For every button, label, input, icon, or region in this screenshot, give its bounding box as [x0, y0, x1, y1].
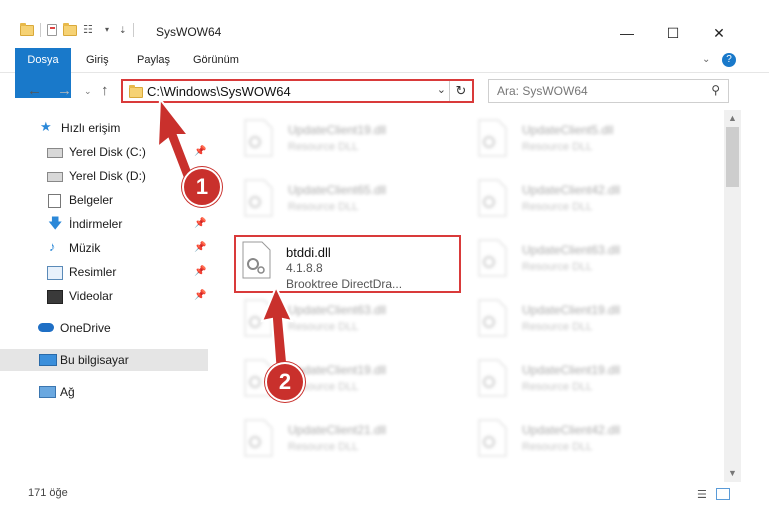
- status-bar: 171 öğe ☰: [0, 484, 769, 508]
- dll-file-icon: [478, 299, 507, 337]
- dll-file-icon: [478, 239, 507, 277]
- dll-file-icon: [244, 419, 273, 457]
- help-icon[interactable]: ?: [722, 53, 736, 67]
- tiles-view-icon[interactable]: [716, 488, 730, 500]
- item-count: 171 öğe: [28, 487, 68, 499]
- file-tile[interactable]: UpdateClient42.dll Resource DLL: [472, 415, 692, 465]
- dll-file-icon: [478, 419, 507, 457]
- file-tile[interactable]: UpdateClient5.dll Resource DLL: [472, 115, 692, 165]
- folder-icon: [20, 22, 34, 36]
- minimize-button[interactable]: —: [604, 22, 650, 44]
- dll-file-icon: [244, 179, 273, 217]
- file-tile[interactable]: UpdateClient65.dll Resource DLL: [238, 175, 458, 225]
- nav-this-pc[interactable]: Bu bilgisayar: [0, 349, 208, 371]
- dll-file-icon: [244, 119, 273, 157]
- pin-icon[interactable]: 📌: [194, 285, 206, 307]
- vertical-scrollbar[interactable]: ▲ ▼: [724, 110, 741, 482]
- file-version: 4.1.8.8: [286, 261, 323, 275]
- file-tile[interactable]: UpdateClient19.dll Resource DLL: [472, 355, 692, 405]
- chevron-down-icon[interactable]: ⌄: [437, 83, 446, 96]
- recent-locations-icon[interactable]: ⌄: [84, 86, 92, 97]
- nav-item-downloads[interactable]: 🡇 İndirmeler 📌: [0, 213, 208, 235]
- refresh-icon[interactable]: ↻: [449, 81, 472, 101]
- back-arrow-icon[interactable]: ←: [27, 82, 42, 99]
- customize-view-icon[interactable]: ☷: [83, 24, 99, 36]
- pin-icon[interactable]: 📌: [194, 237, 206, 259]
- file-tile[interactable]: UpdateClient19.dll Resource DLL: [238, 115, 458, 165]
- properties-icon[interactable]: [47, 24, 57, 36]
- file-tile[interactable]: UpdateClient42.dll Resource DLL: [472, 175, 692, 225]
- window-title: SysWOW64: [156, 25, 222, 39]
- file-tile[interactable]: UpdateClient21.dll Resource DLL: [238, 415, 458, 465]
- drive-icon: [47, 148, 63, 158]
- close-button[interactable]: ✕: [696, 22, 742, 44]
- download-icon: 🡇: [48, 215, 63, 231]
- tab-home[interactable]: Giriş: [86, 48, 109, 72]
- pin-icon[interactable]: 📌: [194, 261, 206, 283]
- dll-file-icon: [478, 119, 507, 157]
- up-arrow-icon[interactable]: ↑: [101, 82, 109, 99]
- scroll-down-icon[interactable]: ▼: [724, 465, 741, 482]
- address-row: ← → ⌄ ↑ C:\Windows\SysWOW64 ⌄ ↻ Ara: Sys…: [0, 76, 769, 106]
- file-tile[interactable]: UpdateClient19.dll Resource DLL: [472, 295, 692, 345]
- callout-2: 2: [265, 362, 305, 402]
- dll-file-icon: [242, 241, 271, 279]
- callout-1: 1: [182, 167, 222, 207]
- document-icon: [48, 194, 61, 208]
- nav-item-videos[interactable]: Videolar 📌: [0, 285, 208, 307]
- cloud-icon: [38, 323, 54, 332]
- scroll-thumb[interactable]: [726, 127, 739, 187]
- scroll-up-icon[interactable]: ▲: [724, 110, 741, 127]
- forward-arrow-icon[interactable]: →: [57, 82, 72, 99]
- search-icon[interactable]: ⚲: [711, 83, 720, 97]
- dll-file-icon: [478, 179, 507, 217]
- tab-view[interactable]: Görünüm: [193, 48, 239, 72]
- nav-item-music[interactable]: ♪ Müzik 📌: [0, 237, 208, 259]
- customize-qat-icon[interactable]: ⇣: [119, 24, 127, 36]
- chevron-down-icon[interactable]: ▾: [105, 24, 113, 36]
- tab-share[interactable]: Paylaş: [137, 48, 170, 72]
- expand-ribbon-icon[interactable]: ⌄: [702, 48, 710, 72]
- title-bar: ☷ ▾ ⇣ SysWOW64 — ☐ ✕: [0, 0, 769, 46]
- maximize-button[interactable]: ☐: [650, 22, 696, 44]
- videos-icon: [47, 290, 63, 304]
- file-name: btddi.dll: [286, 245, 331, 260]
- pictures-icon: [47, 266, 63, 280]
- nav-network[interactable]: Ağ: [0, 381, 208, 403]
- folder-icon: [129, 85, 143, 98]
- computer-icon: [39, 354, 57, 366]
- drive-icon: [47, 172, 63, 182]
- quick-access-toolbar: ☷ ▾ ⇣: [20, 22, 134, 37]
- nav-onedrive[interactable]: OneDrive: [0, 317, 208, 339]
- pin-icon[interactable]: 📌: [194, 213, 206, 235]
- file-tile[interactable]: UpdateClient63.dll Resource DLL: [472, 235, 692, 285]
- nav-item-pictures[interactable]: Resimler 📌: [0, 261, 208, 283]
- new-folder-icon[interactable]: [63, 22, 77, 36]
- file-tile-btddi[interactable]: btddi.dll 4.1.8.8 Brooktree DirectDra...: [236, 237, 456, 291]
- ribbon-tabs: Dosya Giriş Paylaş Görünüm ⌄ ?: [0, 48, 769, 98]
- music-icon: ♪: [49, 239, 56, 254]
- search-input[interactable]: Ara: SysWOW64: [497, 84, 588, 98]
- search-box[interactable]: Ara: SysWOW64 ⚲: [488, 79, 729, 103]
- details-view-icon[interactable]: ☰: [697, 488, 711, 501]
- network-icon: [39, 386, 56, 398]
- star-icon: ★: [40, 119, 52, 134]
- dll-file-icon: [478, 359, 507, 397]
